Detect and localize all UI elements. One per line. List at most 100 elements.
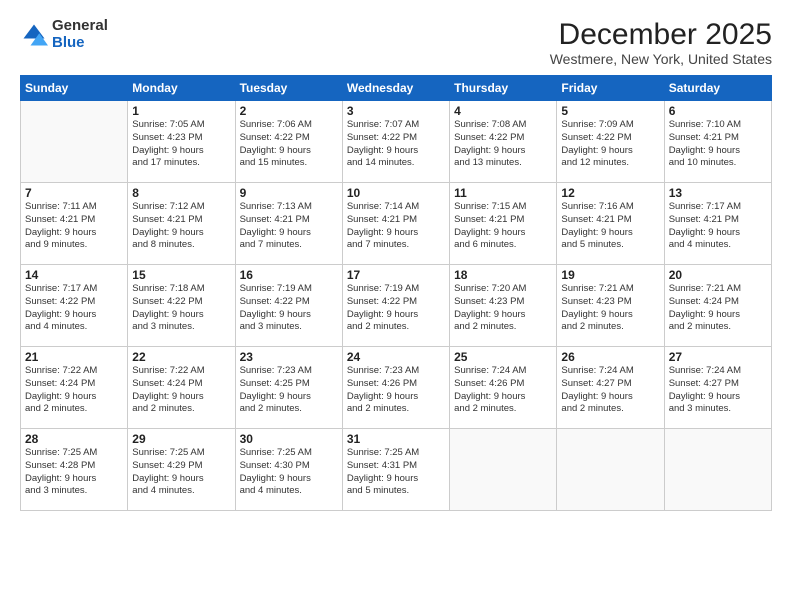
day-info: Sunrise: 7:20 AMSunset: 4:23 PMDaylight:… <box>454 283 552 334</box>
day-number: 28 <box>25 432 123 446</box>
header-tuesday: Tuesday <box>235 76 342 101</box>
day-number: 4 <box>454 104 552 118</box>
day-number: 19 <box>561 268 659 282</box>
day-number: 16 <box>240 268 338 282</box>
day-number: 13 <box>669 186 767 200</box>
day-info: Sunrise: 7:10 AMSunset: 4:21 PMDaylight:… <box>669 119 767 170</box>
day-info: Sunrise: 7:16 AMSunset: 4:21 PMDaylight:… <box>561 201 659 252</box>
day-number: 21 <box>25 350 123 364</box>
day-info: Sunrise: 7:25 AMSunset: 4:30 PMDaylight:… <box>240 447 338 498</box>
table-row: 17Sunrise: 7:19 AMSunset: 4:22 PMDayligh… <box>342 265 449 347</box>
logo-general: General <box>52 17 108 34</box>
day-info: Sunrise: 7:15 AMSunset: 4:21 PMDaylight:… <box>454 201 552 252</box>
header-friday: Friday <box>557 76 664 101</box>
day-number: 17 <box>347 268 445 282</box>
logo-blue: Blue <box>52 34 85 51</box>
table-row: 14Sunrise: 7:17 AMSunset: 4:22 PMDayligh… <box>21 265 128 347</box>
table-row: 21Sunrise: 7:22 AMSunset: 4:24 PMDayligh… <box>21 347 128 429</box>
day-info: Sunrise: 7:23 AMSunset: 4:26 PMDaylight:… <box>347 365 445 416</box>
day-info: Sunrise: 7:13 AMSunset: 4:21 PMDaylight:… <box>240 201 338 252</box>
day-info: Sunrise: 7:25 AMSunset: 4:28 PMDaylight:… <box>25 447 123 498</box>
day-info: Sunrise: 7:24 AMSunset: 4:26 PMDaylight:… <box>454 365 552 416</box>
day-info: Sunrise: 7:21 AMSunset: 4:23 PMDaylight:… <box>561 283 659 334</box>
table-row: 19Sunrise: 7:21 AMSunset: 4:23 PMDayligh… <box>557 265 664 347</box>
day-number: 10 <box>347 186 445 200</box>
day-info: Sunrise: 7:07 AMSunset: 4:22 PMDaylight:… <box>347 119 445 170</box>
calendar-body: 1Sunrise: 7:05 AMSunset: 4:23 PMDaylight… <box>21 101 772 511</box>
calendar-subtitle: Westmere, New York, United States <box>550 51 772 67</box>
day-info: Sunrise: 7:19 AMSunset: 4:22 PMDaylight:… <box>347 283 445 334</box>
table-row: 26Sunrise: 7:24 AMSunset: 4:27 PMDayligh… <box>557 347 664 429</box>
day-number: 30 <box>240 432 338 446</box>
day-info: Sunrise: 7:19 AMSunset: 4:22 PMDaylight:… <box>240 283 338 334</box>
day-info: Sunrise: 7:23 AMSunset: 4:25 PMDaylight:… <box>240 365 338 416</box>
day-number: 3 <box>347 104 445 118</box>
day-number: 5 <box>561 104 659 118</box>
table-row: 24Sunrise: 7:23 AMSunset: 4:26 PMDayligh… <box>342 347 449 429</box>
day-info: Sunrise: 7:18 AMSunset: 4:22 PMDaylight:… <box>132 283 230 334</box>
table-row: 12Sunrise: 7:16 AMSunset: 4:21 PMDayligh… <box>557 183 664 265</box>
day-number: 2 <box>240 104 338 118</box>
day-info: Sunrise: 7:22 AMSunset: 4:24 PMDaylight:… <box>25 365 123 416</box>
day-info: Sunrise: 7:17 AMSunset: 4:22 PMDaylight:… <box>25 283 123 334</box>
logo-text: General Blue <box>52 18 108 51</box>
day-number: 27 <box>669 350 767 364</box>
table-row: 10Sunrise: 7:14 AMSunset: 4:21 PMDayligh… <box>342 183 449 265</box>
header-thursday: Thursday <box>450 76 557 101</box>
day-info: Sunrise: 7:21 AMSunset: 4:24 PMDaylight:… <box>669 283 767 334</box>
header-saturday: Saturday <box>664 76 771 101</box>
day-number: 11 <box>454 186 552 200</box>
day-info: Sunrise: 7:24 AMSunset: 4:27 PMDaylight:… <box>561 365 659 416</box>
page: General Blue December 2025 Westmere, New… <box>0 0 792 612</box>
day-number: 23 <box>240 350 338 364</box>
table-row <box>450 429 557 511</box>
day-number: 25 <box>454 350 552 364</box>
table-row: 1Sunrise: 7:05 AMSunset: 4:23 PMDaylight… <box>128 101 235 183</box>
table-row: 11Sunrise: 7:15 AMSunset: 4:21 PMDayligh… <box>450 183 557 265</box>
table-row: 9Sunrise: 7:13 AMSunset: 4:21 PMDaylight… <box>235 183 342 265</box>
calendar-header: Sunday Monday Tuesday Wednesday Thursday… <box>21 76 772 101</box>
day-info: Sunrise: 7:11 AMSunset: 4:21 PMDaylight:… <box>25 201 123 252</box>
day-info: Sunrise: 7:14 AMSunset: 4:21 PMDaylight:… <box>347 201 445 252</box>
table-row: 29Sunrise: 7:25 AMSunset: 4:29 PMDayligh… <box>128 429 235 511</box>
table-row: 15Sunrise: 7:18 AMSunset: 4:22 PMDayligh… <box>128 265 235 347</box>
header: General Blue December 2025 Westmere, New… <box>20 18 772 67</box>
table-row: 31Sunrise: 7:25 AMSunset: 4:31 PMDayligh… <box>342 429 449 511</box>
day-info: Sunrise: 7:06 AMSunset: 4:22 PMDaylight:… <box>240 119 338 170</box>
table-row: 4Sunrise: 7:08 AMSunset: 4:22 PMDaylight… <box>450 101 557 183</box>
day-info: Sunrise: 7:17 AMSunset: 4:21 PMDaylight:… <box>669 201 767 252</box>
table-row: 13Sunrise: 7:17 AMSunset: 4:21 PMDayligh… <box>664 183 771 265</box>
table-row: 6Sunrise: 7:10 AMSunset: 4:21 PMDaylight… <box>664 101 771 183</box>
day-number: 26 <box>561 350 659 364</box>
calendar-table: Sunday Monday Tuesday Wednesday Thursday… <box>20 75 772 511</box>
table-row <box>557 429 664 511</box>
day-info: Sunrise: 7:12 AMSunset: 4:21 PMDaylight:… <box>132 201 230 252</box>
table-row: 30Sunrise: 7:25 AMSunset: 4:30 PMDayligh… <box>235 429 342 511</box>
day-number: 9 <box>240 186 338 200</box>
day-number: 12 <box>561 186 659 200</box>
day-info: Sunrise: 7:25 AMSunset: 4:31 PMDaylight:… <box>347 447 445 498</box>
header-sunday: Sunday <box>21 76 128 101</box>
day-info: Sunrise: 7:08 AMSunset: 4:22 PMDaylight:… <box>454 119 552 170</box>
calendar-title: December 2025 <box>550 18 772 51</box>
day-info: Sunrise: 7:22 AMSunset: 4:24 PMDaylight:… <box>132 365 230 416</box>
table-row: 18Sunrise: 7:20 AMSunset: 4:23 PMDayligh… <box>450 265 557 347</box>
title-block: December 2025 Westmere, New York, United… <box>550 18 772 67</box>
day-number: 31 <box>347 432 445 446</box>
table-row: 27Sunrise: 7:24 AMSunset: 4:27 PMDayligh… <box>664 347 771 429</box>
table-row: 7Sunrise: 7:11 AMSunset: 4:21 PMDaylight… <box>21 183 128 265</box>
day-info: Sunrise: 7:24 AMSunset: 4:27 PMDaylight:… <box>669 365 767 416</box>
day-info: Sunrise: 7:05 AMSunset: 4:23 PMDaylight:… <box>132 119 230 170</box>
table-row: 25Sunrise: 7:24 AMSunset: 4:26 PMDayligh… <box>450 347 557 429</box>
day-number: 7 <box>25 186 123 200</box>
day-number: 1 <box>132 104 230 118</box>
day-number: 20 <box>669 268 767 282</box>
table-row: 23Sunrise: 7:23 AMSunset: 4:25 PMDayligh… <box>235 347 342 429</box>
table-row: 16Sunrise: 7:19 AMSunset: 4:22 PMDayligh… <box>235 265 342 347</box>
day-info: Sunrise: 7:25 AMSunset: 4:29 PMDaylight:… <box>132 447 230 498</box>
day-number: 14 <box>25 268 123 282</box>
table-row: 20Sunrise: 7:21 AMSunset: 4:24 PMDayligh… <box>664 265 771 347</box>
table-row <box>664 429 771 511</box>
day-number: 24 <box>347 350 445 364</box>
table-row: 5Sunrise: 7:09 AMSunset: 4:22 PMDaylight… <box>557 101 664 183</box>
